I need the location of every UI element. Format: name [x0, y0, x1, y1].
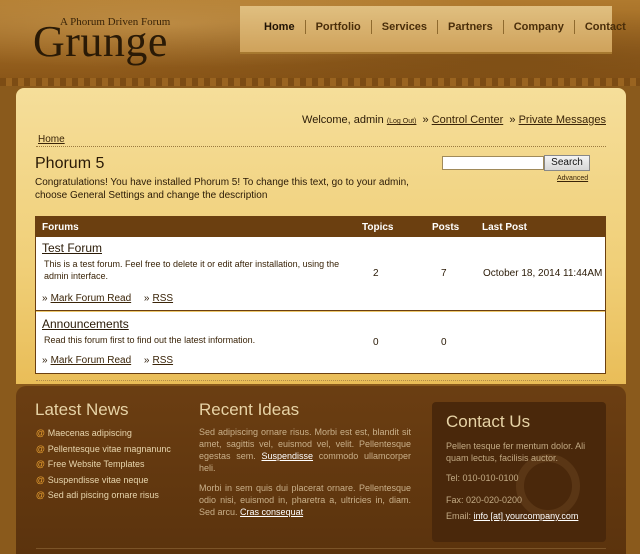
- email-link[interactable]: info [at] yourcompany.com: [474, 511, 579, 521]
- advanced-search-link[interactable]: Advanced: [557, 175, 588, 182]
- nav-contact[interactable]: Contact: [575, 20, 636, 34]
- news-item[interactable]: @ Maecenas adipiscing: [36, 426, 171, 442]
- email-label: Email:: [446, 511, 472, 521]
- separator-glyph: »: [42, 355, 48, 366]
- nav-portfolio[interactable]: Portfolio: [306, 20, 372, 34]
- separator-glyph: »: [143, 293, 150, 304]
- divider: [36, 146, 606, 147]
- table-row: Announcements Read this forum first to f…: [36, 312, 605, 373]
- forum-content-panel: Welcome, admin (Log Out) » Control Cente…: [16, 88, 626, 384]
- nav-services[interactable]: Services: [372, 20, 439, 34]
- news-item-label: Suspendisse vitae neque: [47, 474, 149, 485]
- nav-company[interactable]: Company: [504, 20, 575, 34]
- forum-row-actions: » Mark Forum Read » RSS: [42, 293, 183, 304]
- news-list: @ Maecenas adipiscing @ Pellentesque vitae…: [36, 426, 171, 504]
- news-item[interactable]: @ Suspendisse vitae neque: [36, 473, 171, 489]
- welcome-text: Welcome, admin: [302, 114, 384, 126]
- table-header: Forums Topics Posts Last Post: [36, 217, 605, 237]
- recent-ideas-heading: Recent Ideas: [199, 400, 300, 419]
- posts-count: 0: [441, 337, 447, 348]
- posts-count: 7: [441, 268, 447, 279]
- separator-glyph: »: [422, 114, 429, 126]
- contact-description: Pellen tesque fer mentum dolor. Ali quam…: [446, 441, 586, 463]
- nav-home[interactable]: Home: [254, 20, 306, 34]
- at-bullet-icon: @: [36, 490, 45, 500]
- at-bullet-icon: @: [36, 459, 45, 469]
- control-center-link[interactable]: Control Center: [432, 114, 504, 126]
- page-title: Phorum 5: [35, 155, 105, 172]
- last-post-date: October 18, 2014 11:44AM: [483, 268, 603, 279]
- forum-row-description: Read this forum first to find out the la…: [44, 335, 256, 345]
- breadcrumb-home-link[interactable]: Home: [38, 134, 65, 145]
- search-input[interactable]: [442, 156, 544, 170]
- contact-fax: Fax: 020-020-0200: [446, 495, 523, 505]
- site-header: Grunge A Phorum Driven Forum Home Portfo…: [0, 0, 640, 86]
- news-item[interactable]: @ Pellentesque vitae magnanunc: [36, 442, 171, 458]
- search-button[interactable]: Search: [544, 155, 590, 171]
- suspendisse-link[interactable]: Suspendisse: [261, 451, 313, 461]
- news-item-label: Sed adi piscing ornare risus: [47, 490, 159, 500]
- news-item-label: Free Website Templates: [47, 459, 145, 469]
- ideas-paragraph: Morbi in sem quis dui placerat ornare. P…: [199, 482, 411, 518]
- logout-link[interactable]: (Log Out): [387, 118, 417, 125]
- forum-link[interactable]: Test Forum: [42, 241, 102, 255]
- separator-glyph: »: [509, 114, 516, 126]
- header-torn-edge: [0, 78, 640, 86]
- at-bullet-icon: @: [36, 443, 45, 454]
- news-item[interactable]: @ Sed adi piscing ornare risus: [36, 488, 171, 504]
- forum-description: Congratulations! You have installed Phor…: [35, 177, 409, 201]
- site-footer: Latest News @ Maecenas adipiscing @ Pellen…: [16, 386, 626, 554]
- news-item-label: Pellentesque vitae magnanunc: [47, 443, 171, 454]
- forum-link[interactable]: Announcements: [42, 317, 129, 331]
- private-messages-link[interactable]: Private Messages: [519, 114, 606, 126]
- column-last-post: Last Post: [482, 222, 528, 233]
- divider: [36, 380, 606, 381]
- contact-email: Email: info [at] yourcompany.com: [446, 510, 596, 522]
- column-forums: Forums: [42, 222, 79, 233]
- rss-link[interactable]: RSS: [152, 355, 173, 366]
- news-item[interactable]: @ Free Website Templates: [36, 457, 171, 473]
- latest-news-heading: Latest News: [35, 400, 129, 419]
- site-tagline: A Phorum Driven Forum: [60, 16, 171, 28]
- ideas-text: Morbi in sem quis dui placerat ornare. P…: [199, 483, 411, 517]
- contact-phone: Tel: 010-010-0100: [446, 473, 519, 483]
- cras-consequat-link[interactable]: Cras consequat: [240, 507, 303, 517]
- separator-glyph: »: [42, 293, 48, 304]
- at-bullet-icon: @: [36, 474, 45, 485]
- topics-count: 2: [373, 268, 379, 279]
- mark-forum-read-link[interactable]: Mark Forum Read: [51, 293, 132, 304]
- main-nav: Home Portfolio Services Partners Company…: [240, 6, 626, 54]
- mark-forum-read-link[interactable]: Mark Forum Read: [51, 355, 132, 366]
- forum-row-actions: » Mark Forum Read » RSS: [42, 355, 183, 366]
- at-bullet-icon: @: [36, 428, 45, 438]
- column-topics: Topics: [362, 222, 394, 233]
- contact-heading: Contact Us: [446, 412, 531, 431]
- nav-partners[interactable]: Partners: [438, 20, 504, 34]
- user-bar: Welcome, admin (Log Out) » Control Cente…: [302, 114, 606, 126]
- forum-table: Forums Topics Posts Last Post Test Forum…: [35, 216, 606, 374]
- forum-row-description: This is a test forum. Feel free to delet…: [44, 259, 340, 281]
- ideas-paragraph: Sed adipiscing ornare risus. Morbi est e…: [199, 426, 411, 474]
- column-posts: Posts: [432, 222, 460, 233]
- contact-box: Contact Us Pellen tesque fer mentum dolo…: [432, 402, 606, 542]
- topics-count: 0: [373, 337, 379, 348]
- news-item-label: Maecenas adipiscing: [47, 428, 132, 438]
- table-row: Test Forum This is a test forum. Feel fr…: [36, 237, 605, 311]
- divider: [36, 548, 606, 549]
- rss-link[interactable]: RSS: [152, 293, 173, 304]
- separator-glyph: »: [143, 355, 150, 366]
